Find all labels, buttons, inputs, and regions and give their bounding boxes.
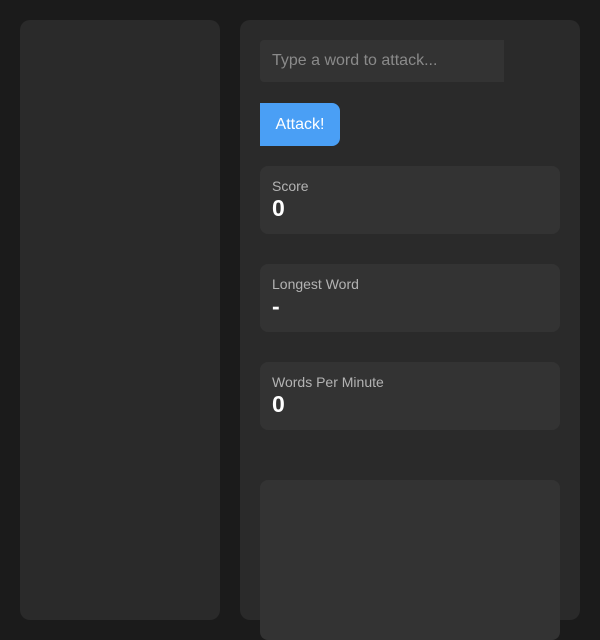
score-value: 0 xyxy=(272,195,285,221)
longest-word-value: - xyxy=(272,293,280,319)
words-per-minute-value: 0 xyxy=(272,391,285,417)
word-input[interactable] xyxy=(260,40,504,82)
longest-word-card: Longest Word - xyxy=(260,264,560,332)
longest-word-label: Longest Word xyxy=(272,276,359,292)
right-panel: Attack! Score 0 Longest Word - Words Per… xyxy=(240,20,580,640)
score-label: Score xyxy=(272,178,309,194)
words-per-minute-card: Words Per Minute 0 xyxy=(260,362,560,430)
score-card: Score 0 xyxy=(260,166,560,234)
left-panel xyxy=(20,20,220,620)
attack-button[interactable]: Attack! xyxy=(260,103,340,146)
word-log-panel xyxy=(260,480,560,640)
words-per-minute-label: Words Per Minute xyxy=(272,374,384,390)
